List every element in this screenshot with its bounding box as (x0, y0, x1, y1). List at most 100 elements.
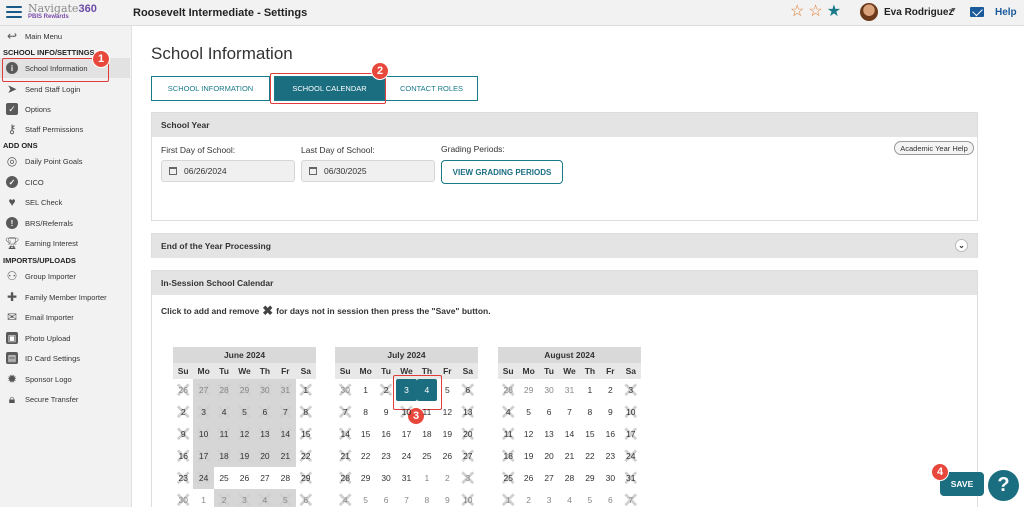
sidebar-item-daily-point-goals[interactable]: ◎ Daily Point Goals (0, 151, 130, 171)
calendar-day[interactable]: 24 (396, 445, 416, 467)
calendar-day[interactable]: 29 (234, 379, 255, 401)
end-of-year-section[interactable]: End of the Year Processing ⌄ (151, 233, 978, 258)
calendar-day[interactable]: 4 (335, 489, 356, 507)
calendar-day[interactable]: 8 (580, 401, 600, 423)
calendar-day[interactable]: 19 (234, 445, 255, 467)
calendar-day[interactable]: 7 (559, 401, 579, 423)
calendar-day[interactable]: 31 (621, 467, 642, 489)
calendar-day[interactable]: 16 (173, 445, 194, 467)
calendar-day[interactable]: 9 (173, 423, 194, 445)
calendar-day[interactable]: 4 (559, 489, 579, 507)
calendar-day[interactable]: 1 (580, 379, 600, 401)
calendar-day[interactable]: 1 (193, 489, 213, 507)
calendar-day[interactable]: 18 (213, 445, 235, 467)
calendar-day[interactable]: 18 (498, 445, 519, 467)
calendar-day[interactable]: 4 (213, 401, 235, 423)
calendar-day[interactable]: 16 (600, 423, 620, 445)
calendar-day[interactable]: 30 (600, 467, 620, 489)
star-outline-icon[interactable]: ☆ (808, 4, 822, 20)
calendar-day[interactable]: 28 (335, 467, 356, 489)
calendar-day[interactable]: 13 (539, 423, 559, 445)
calendar-day[interactable]: 2 (518, 489, 538, 507)
calendar-day[interactable]: 30 (376, 467, 396, 489)
calendar-day[interactable]: 2 (173, 401, 194, 423)
last-day-input[interactable]: 06/30/2025 (301, 160, 435, 182)
calendar-day[interactable]: 6 (539, 401, 559, 423)
calendar-day[interactable]: 5 (234, 401, 255, 423)
calendar-day[interactable]: 30 (173, 489, 194, 507)
sidebar-item-sel-check[interactable]: ♥ SEL Check (0, 192, 130, 212)
calendar-day[interactable]: 17 (621, 423, 642, 445)
help-bubble-button[interactable]: ? (988, 470, 1019, 501)
sidebar-item-cico[interactable]: ✓ CICO (0, 172, 130, 192)
calendar-day[interactable]: 5 (275, 489, 296, 507)
calendar-day[interactable]: 15 (296, 423, 317, 445)
calendar-day[interactable]: 30 (254, 379, 276, 401)
calendar-day[interactable]: 11 (498, 423, 519, 445)
calendar-day[interactable]: 23 (173, 467, 194, 489)
calendar-day[interactable]: 1 (417, 467, 437, 489)
view-grading-periods-button[interactable]: VIEW GRADING PERIODS (441, 160, 563, 184)
calendar-day[interactable]: 16 (376, 423, 396, 445)
first-day-input[interactable]: 06/26/2024 (161, 160, 295, 182)
calendar-day[interactable]: 26 (518, 467, 538, 489)
calendar-day[interactable]: 2 (437, 467, 457, 489)
calendar-day[interactable]: 7 (396, 489, 416, 507)
calendar-day[interactable]: 12 (234, 423, 255, 445)
calendar-day[interactable]: 4 (254, 489, 276, 507)
sidebar-item-staff-permissions[interactable]: ⚷ Staff Permissions (0, 119, 130, 139)
calendar-day[interactable]: 17 (396, 423, 416, 445)
calendar-day[interactable]: 28 (213, 379, 235, 401)
calendar-day[interactable]: 28 (498, 379, 519, 401)
calendar-day[interactable]: 21 (335, 445, 356, 467)
calendar-day[interactable]: 27 (539, 467, 559, 489)
calendar-day[interactable]: 5 (355, 489, 375, 507)
calendar-day[interactable]: 28 (559, 467, 579, 489)
calendar-day[interactable]: 20 (254, 445, 276, 467)
calendar-day[interactable]: 25 (417, 445, 437, 467)
chevron-down-icon[interactable]: ⌄ (955, 239, 968, 252)
calendar-day[interactable]: 4 (498, 401, 519, 423)
calendar-day[interactable]: 27 (458, 445, 479, 467)
calendar-day[interactable]: 22 (580, 445, 600, 467)
calendar-day[interactable]: 26 (173, 379, 194, 401)
calendar-day[interactable]: 31 (396, 467, 416, 489)
calendar-day[interactable]: 7 (275, 401, 296, 423)
calendar-day[interactable]: 23 (376, 445, 396, 467)
hamburger-menu-icon[interactable] (6, 6, 22, 18)
chevron-down-icon[interactable]: ▼ (950, 7, 957, 14)
sidebar-item-id-card-settings[interactable]: ▤ ID Card Settings (0, 348, 130, 368)
star-filled-icon[interactable]: ★ (827, 4, 841, 20)
sidebar-item-brs-referrals[interactable]: ! BRS/Referrals (0, 213, 130, 233)
sidebar-item-sponsor-logo[interactable]: ✹ Sponsor Logo (0, 369, 130, 389)
calendar-day[interactable]: 25 (214, 467, 234, 489)
calendar-day[interactable]: 7 (335, 401, 356, 423)
calendar-day[interactable]: 24 (193, 467, 214, 489)
calendar-day[interactable]: 18 (417, 423, 437, 445)
calendar-day[interactable]: 20 (458, 423, 479, 445)
calendar-day[interactable]: 31 (275, 379, 296, 401)
calendar-day[interactable]: 29 (518, 379, 538, 401)
calendar-day[interactable]: 22 (296, 445, 317, 467)
calendar-day[interactable]: 1 (355, 379, 375, 401)
sidebar-item-earning-interest[interactable]: 🏆︎ Earning Interest (0, 233, 130, 253)
calendar-day[interactable]: 23 (600, 445, 620, 467)
sidebar-item-group-importer[interactable]: ⚇ Group Importer (0, 266, 130, 286)
calendar-day[interactable]: 29 (580, 467, 600, 489)
calendar-day[interactable]: 21 (275, 445, 296, 467)
calendar-day[interactable]: 15 (580, 423, 600, 445)
calendar-day[interactable]: 20 (539, 445, 559, 467)
calendar-day[interactable]: 5 (580, 489, 600, 507)
calendar-day[interactable]: 30 (335, 379, 356, 401)
calendar-day[interactable]: 29 (355, 467, 375, 489)
calendar-day[interactable]: 26 (234, 467, 254, 489)
calendar-day[interactable]: 2 (213, 489, 235, 507)
calendar-day[interactable]: 8 (296, 401, 317, 423)
calendar-day[interactable]: 21 (559, 445, 579, 467)
avatar[interactable] (860, 3, 878, 21)
calendar-day[interactable]: 10 (193, 423, 214, 445)
calendar-day[interactable]: 30 (539, 379, 559, 401)
calendar-day[interactable]: 10 (621, 401, 642, 423)
sidebar-item-family-member-importer[interactable]: ✚ Family Member Importer (0, 287, 130, 307)
academic-year-help-button[interactable]: Academic Year Help (894, 141, 974, 155)
